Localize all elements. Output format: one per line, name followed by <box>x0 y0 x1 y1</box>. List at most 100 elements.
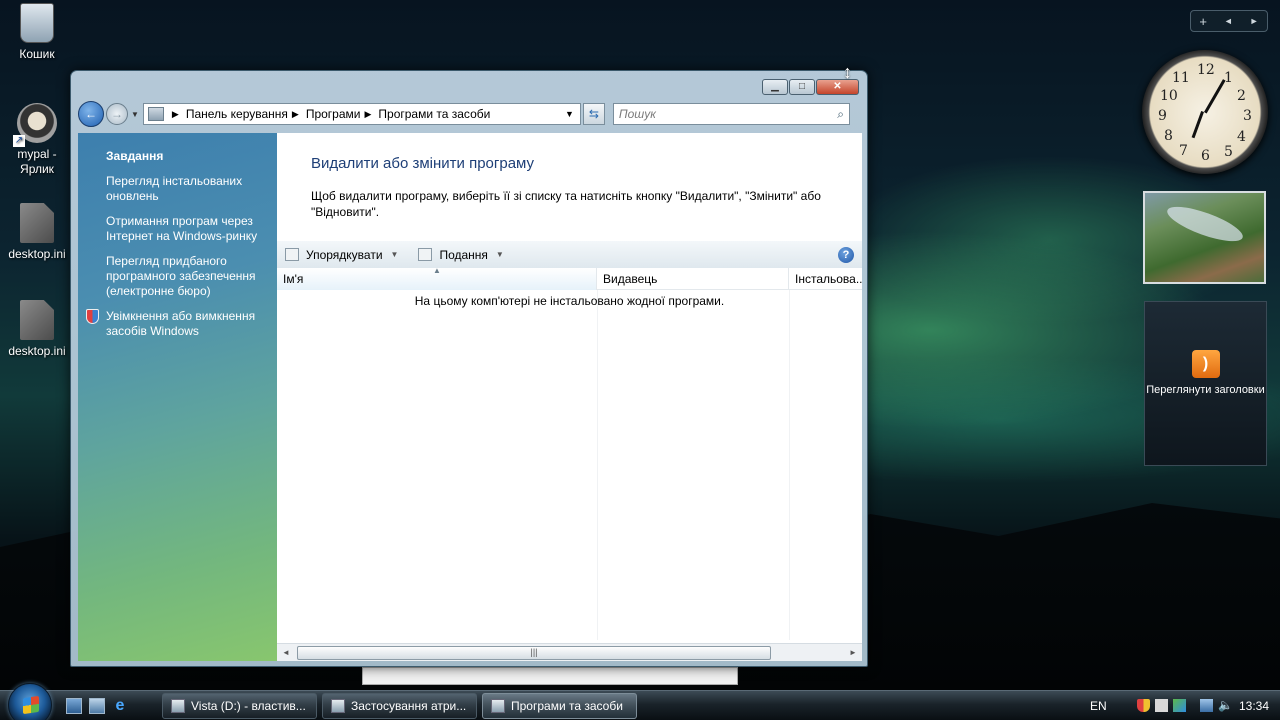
views-button[interactable]: Подання ▼ <box>418 248 504 262</box>
language-indicator[interactable]: EN <box>1090 699 1107 713</box>
file-icon <box>20 300 54 340</box>
clock-number: 10 <box>1160 88 1178 104</box>
rss-icon: ) <box>1191 350 1220 378</box>
file-icon <box>20 203 54 243</box>
clock-minute-hand <box>1204 79 1226 114</box>
search-input[interactable]: Пошук ⌕ <box>612 103 850 125</box>
organize-button[interactable]: Упорядкувати ▼ <box>285 248 398 262</box>
chevron-down-icon: ▼ <box>390 250 399 259</box>
main-content: Видалити або змінити програму Щоб видали… <box>277 133 862 661</box>
switch-windows-icon[interactable] <box>89 698 105 714</box>
desktop-icon-label: desktop.ini <box>8 344 66 358</box>
desktop-icon-desktop-ini-2[interactable]: desktop.ini <box>0 300 74 358</box>
taskbar: e Vista (D:) - властив... Застосування а… <box>0 683 1280 720</box>
programs-and-features-window: ▁ □ ✕ ← → ▼ ▶ Панель керування ▶ Програм… <box>70 70 868 667</box>
uac-shield-icon <box>86 309 99 324</box>
taskbar-button-programs-and-features[interactable]: Програми та засоби <box>482 693 637 719</box>
maximize-button[interactable]: □ <box>789 79 815 95</box>
breadcrumb-programs[interactable]: Програми <box>306 107 361 121</box>
scrollbar-thumb[interactable]: ||| <box>297 645 771 660</box>
minimize-button[interactable]: ▁ <box>762 79 788 95</box>
column-header-installed-on[interactable]: Інстальова... <box>789 268 862 290</box>
recycle-bin-icon <box>20 3 54 43</box>
clock-number: 11 <box>1172 70 1190 86</box>
clock-number: 5 <box>1224 144 1233 160</box>
task-link-get-programs-online[interactable]: Отримання програм через Інтернет на Wind… <box>106 214 276 244</box>
organize-icon <box>285 248 299 261</box>
column-header-name[interactable]: ▲ Ім'я <box>277 268 597 290</box>
add-gadget-button[interactable]: + <box>1199 14 1207 29</box>
clock-number: 8 <box>1164 128 1173 144</box>
clock-number: 9 <box>1158 108 1167 124</box>
refresh-button[interactable]: ⇆ <box>582 103 605 125</box>
desktop-icon-desktop-ini-1[interactable]: desktop.ini <box>0 203 74 261</box>
security-shield-icon[interactable] <box>1137 699 1150 712</box>
feed-headlines-gadget[interactable]: ) Переглянути заголовки <box>1144 301 1267 466</box>
control-panel-icon <box>491 699 505 713</box>
close-button[interactable]: ✕ <box>816 79 859 95</box>
column-divider <box>597 290 598 640</box>
clock-number: 4 <box>1237 129 1246 145</box>
clock-number: 2 <box>1237 88 1246 104</box>
search-icon[interactable]: ⌕ <box>837 107 844 122</box>
scroll-left-icon[interactable]: ◄ <box>277 648 295 657</box>
clock-number: 7 <box>1179 143 1188 159</box>
desktop-icon-label: mypal - Ярлик <box>17 147 57 176</box>
tray-app-icon[interactable] <box>1155 699 1168 712</box>
clock-gadget[interactable]: 12 1 2 3 4 5 6 7 8 9 10 11 <box>1142 50 1268 174</box>
clock-hour-hand <box>1191 110 1204 139</box>
empty-list-message: На цьому комп'ютері не інстальовано жодн… <box>414 294 725 308</box>
internet-explorer-icon[interactable]: e <box>112 698 128 714</box>
breadcrumb-separator-icon[interactable]: ▶ <box>172 109 179 120</box>
drive-icon <box>171 699 185 713</box>
network-icon[interactable] <box>1200 699 1213 712</box>
breadcrumb-separator-icon[interactable]: ▶ <box>292 109 299 120</box>
tasks-title: Завдання <box>106 149 164 163</box>
tray-windows-update-icon[interactable] <box>1173 699 1186 712</box>
slideshow-gadget[interactable] <box>1143 191 1266 284</box>
control-panel-icon <box>147 107 164 121</box>
chevron-down-icon: ▼ <box>495 250 504 259</box>
task-link-view-purchased-software[interactable]: Перегляд придбаного програмного забезпеч… <box>106 254 276 299</box>
task-link-view-installed-updates[interactable]: Перегляд інстальованих оновлень <box>106 174 276 204</box>
breadcrumb-programs-and-features[interactable]: Програми та засоби <box>378 107 490 121</box>
back-button[interactable]: ← <box>78 101 104 127</box>
views-icon <box>418 248 433 261</box>
desktop-icon-recycle-bin[interactable]: Кошик <box>0 3 74 61</box>
column-headers: ▲ Ім'я Видавець Інстальова... <box>277 268 862 290</box>
desktop-icon-label: Кошик <box>19 47 55 61</box>
desktop-icon-label: desktop.ini <box>8 247 66 261</box>
next-gadget-button[interactable]: ► <box>1250 16 1259 26</box>
breadcrumb-separator-icon[interactable]: ▶ <box>364 109 371 120</box>
search-placeholder: Пошук <box>618 107 656 121</box>
feed-headlines-label[interactable]: Переглянути заголовки <box>1145 384 1266 396</box>
address-bar[interactable]: ▶ Панель керування ▶ Програми ▶ Програми… <box>142 103 581 125</box>
column-header-publisher[interactable]: Видавець <box>597 268 789 290</box>
recent-pages-dropdown-icon[interactable]: ▼ <box>131 110 139 119</box>
background-window-edge <box>362 667 738 685</box>
page-title: Видалити або змінити програму <box>311 155 535 172</box>
start-button[interactable] <box>8 683 52 720</box>
taskbar-button-apply-attributes[interactable]: Застосування атри... <box>322 693 477 719</box>
clock-number: 12 <box>1197 62 1215 78</box>
scroll-right-icon[interactable]: ► <box>844 648 862 657</box>
desktop-icon-mypal-shortcut[interactable]: mypal - Ярлик <box>0 103 74 177</box>
show-desktop-icon[interactable] <box>66 698 82 714</box>
taskbar-clock[interactable]: 13:34 <box>1239 699 1269 713</box>
mypal-shortcut-icon <box>13 103 57 147</box>
task-link-turn-windows-features[interactable]: Увімкнення або вимкнення засобів Windows <box>106 309 276 339</box>
dialog-icon <box>331 699 345 713</box>
address-dropdown-icon[interactable]: ▼ <box>565 109 574 119</box>
sidebar-gadget-controls: + ◄ ► <box>1190 10 1268 32</box>
forward-button[interactable]: → <box>106 103 128 125</box>
prev-gadget-button[interactable]: ◄ <box>1224 16 1233 26</box>
clock-number: 6 <box>1201 148 1210 164</box>
horizontal-scrollbar[interactable]: ◄ ||| ► <box>277 643 862 661</box>
resize-cursor-icon: ↕ <box>843 62 852 82</box>
help-button[interactable]: ? <box>838 246 854 263</box>
tasks-pane: Завдання Перегляд інстальованих оновлень… <box>78 133 277 661</box>
taskbar-button-vista-properties[interactable]: Vista (D:) - властив... <box>162 693 317 719</box>
page-description: Щоб видалити програму, виберіть її зі сп… <box>311 189 821 219</box>
volume-muted-icon[interactable]: 🔈 <box>1218 699 1233 712</box>
breadcrumb-control-panel[interactable]: Панель керування <box>186 107 288 121</box>
